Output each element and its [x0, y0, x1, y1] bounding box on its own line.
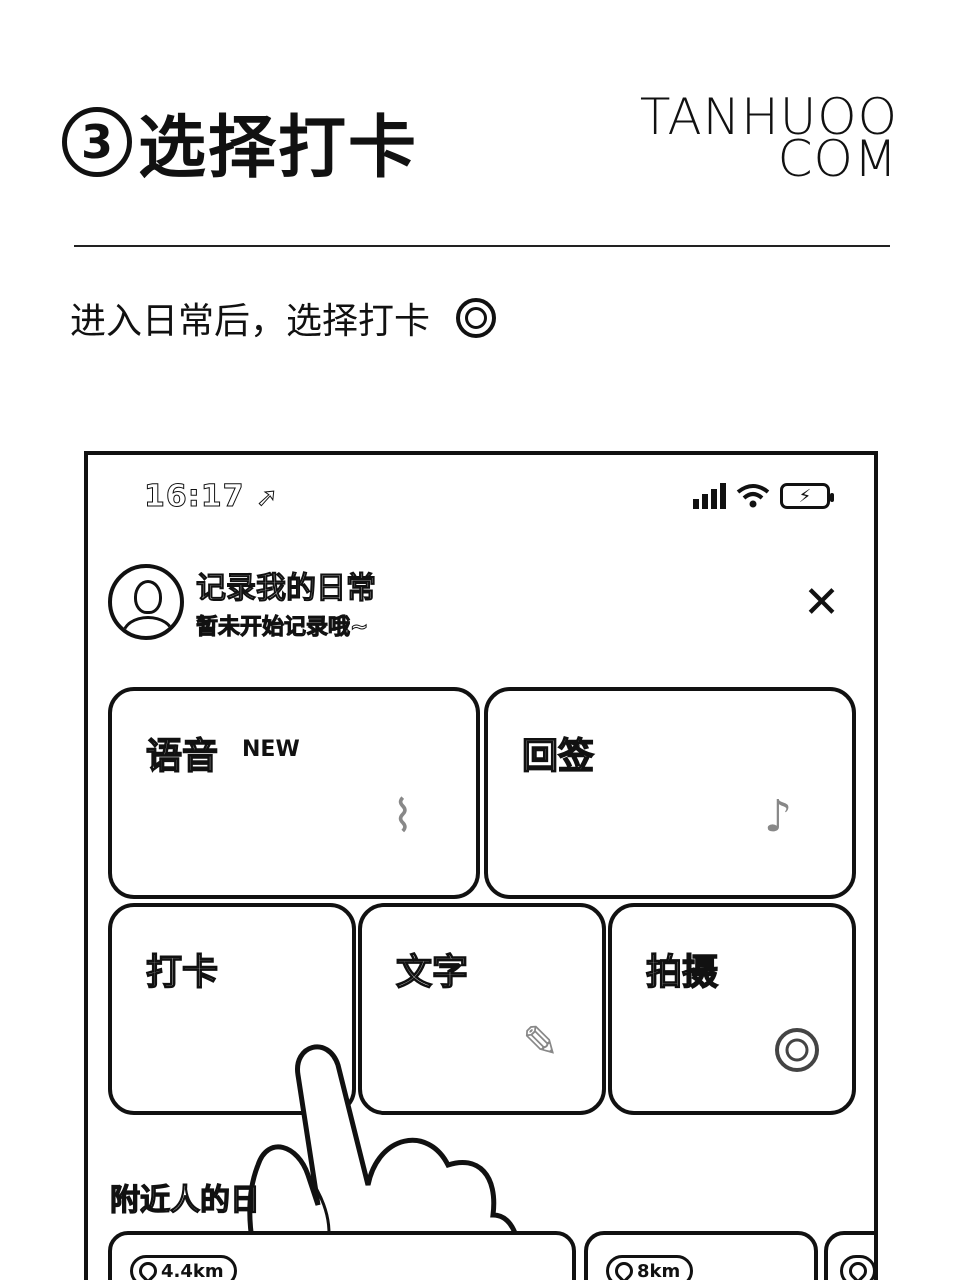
- voice-card-icon: ⌇: [392, 791, 414, 842]
- close-icon[interactable]: ✕: [803, 581, 840, 625]
- header-divider: [74, 245, 890, 247]
- recall-card[interactable]: 回签 ♪: [484, 687, 856, 899]
- pin-icon: [611, 1258, 637, 1280]
- distance-badge: 4.4km: [130, 1255, 237, 1280]
- nearby-card[interactable]: [824, 1231, 874, 1280]
- brand-logo: TANHUOO COM: [640, 92, 898, 184]
- voice-card[interactable]: 语音 NEW ⌇: [108, 687, 480, 899]
- distance-text: 8km: [637, 1260, 681, 1280]
- step-number: 3: [80, 114, 113, 169]
- recall-card-icon: ♪: [764, 791, 793, 842]
- signal-icon: [693, 483, 726, 509]
- pin-icon: [845, 1258, 871, 1280]
- battery-icon: ⚡: [780, 483, 834, 509]
- text-card-label: 文字: [395, 951, 469, 993]
- step-title: 3 选择打卡: [62, 92, 418, 191]
- nearby-card[interactable]: 8km: [584, 1231, 818, 1280]
- profile-subtitle: 暂未开始记录哦~: [196, 615, 369, 641]
- distance-badge: [840, 1255, 874, 1280]
- nearby-section-title: 附近人的日: [109, 1182, 260, 1218]
- avatar[interactable]: [108, 564, 184, 640]
- status-time: 16:17 ➚: [144, 479, 279, 515]
- phone-screenshot: 16:17 ➚ ⚡ 记录我的日常 暂未开始记录哦~ ✕ 语音 NEW ⌇ 回签 …: [84, 451, 878, 1280]
- pin-icon: [135, 1258, 161, 1280]
- nearby-card[interactable]: 4.4km: [108, 1231, 576, 1280]
- caption-text: 进入日常后，选择打卡: [70, 301, 431, 342]
- battery-charging-symbol: ⚡: [798, 485, 812, 507]
- voice-card-label: 语音: [145, 735, 219, 777]
- wifi-icon: [736, 484, 770, 508]
- time-text: 16:17: [144, 479, 245, 515]
- status-icons: ⚡: [693, 483, 834, 509]
- checkin-card-label: 打卡: [145, 951, 219, 993]
- distance-text: 4.4km: [161, 1260, 224, 1280]
- ring-icon: [456, 298, 497, 338]
- camera-shutter-icon: [775, 1028, 819, 1072]
- instruction-caption: 进入日常后，选择打卡: [70, 292, 497, 344]
- profile-title: 记录我的日常: [196, 571, 377, 607]
- step-number-badge: 3: [62, 106, 132, 177]
- new-badge: NEW: [242, 737, 300, 762]
- photo-card-label: 拍摄: [645, 951, 719, 993]
- location-arrow-icon: ➚: [255, 483, 279, 514]
- photo-card[interactable]: 拍摄: [608, 903, 856, 1115]
- distance-badge: 8km: [606, 1255, 694, 1280]
- step-title-text: 选择打卡: [138, 109, 419, 188]
- profile-text: 记录我的日常 暂未开始记录哦~: [196, 563, 377, 641]
- status-bar: 16:17 ➚ ⚡: [88, 479, 874, 521]
- profile-header[interactable]: 记录我的日常 暂未开始记录哦~: [108, 563, 377, 641]
- recall-card-label: 回签: [521, 735, 595, 777]
